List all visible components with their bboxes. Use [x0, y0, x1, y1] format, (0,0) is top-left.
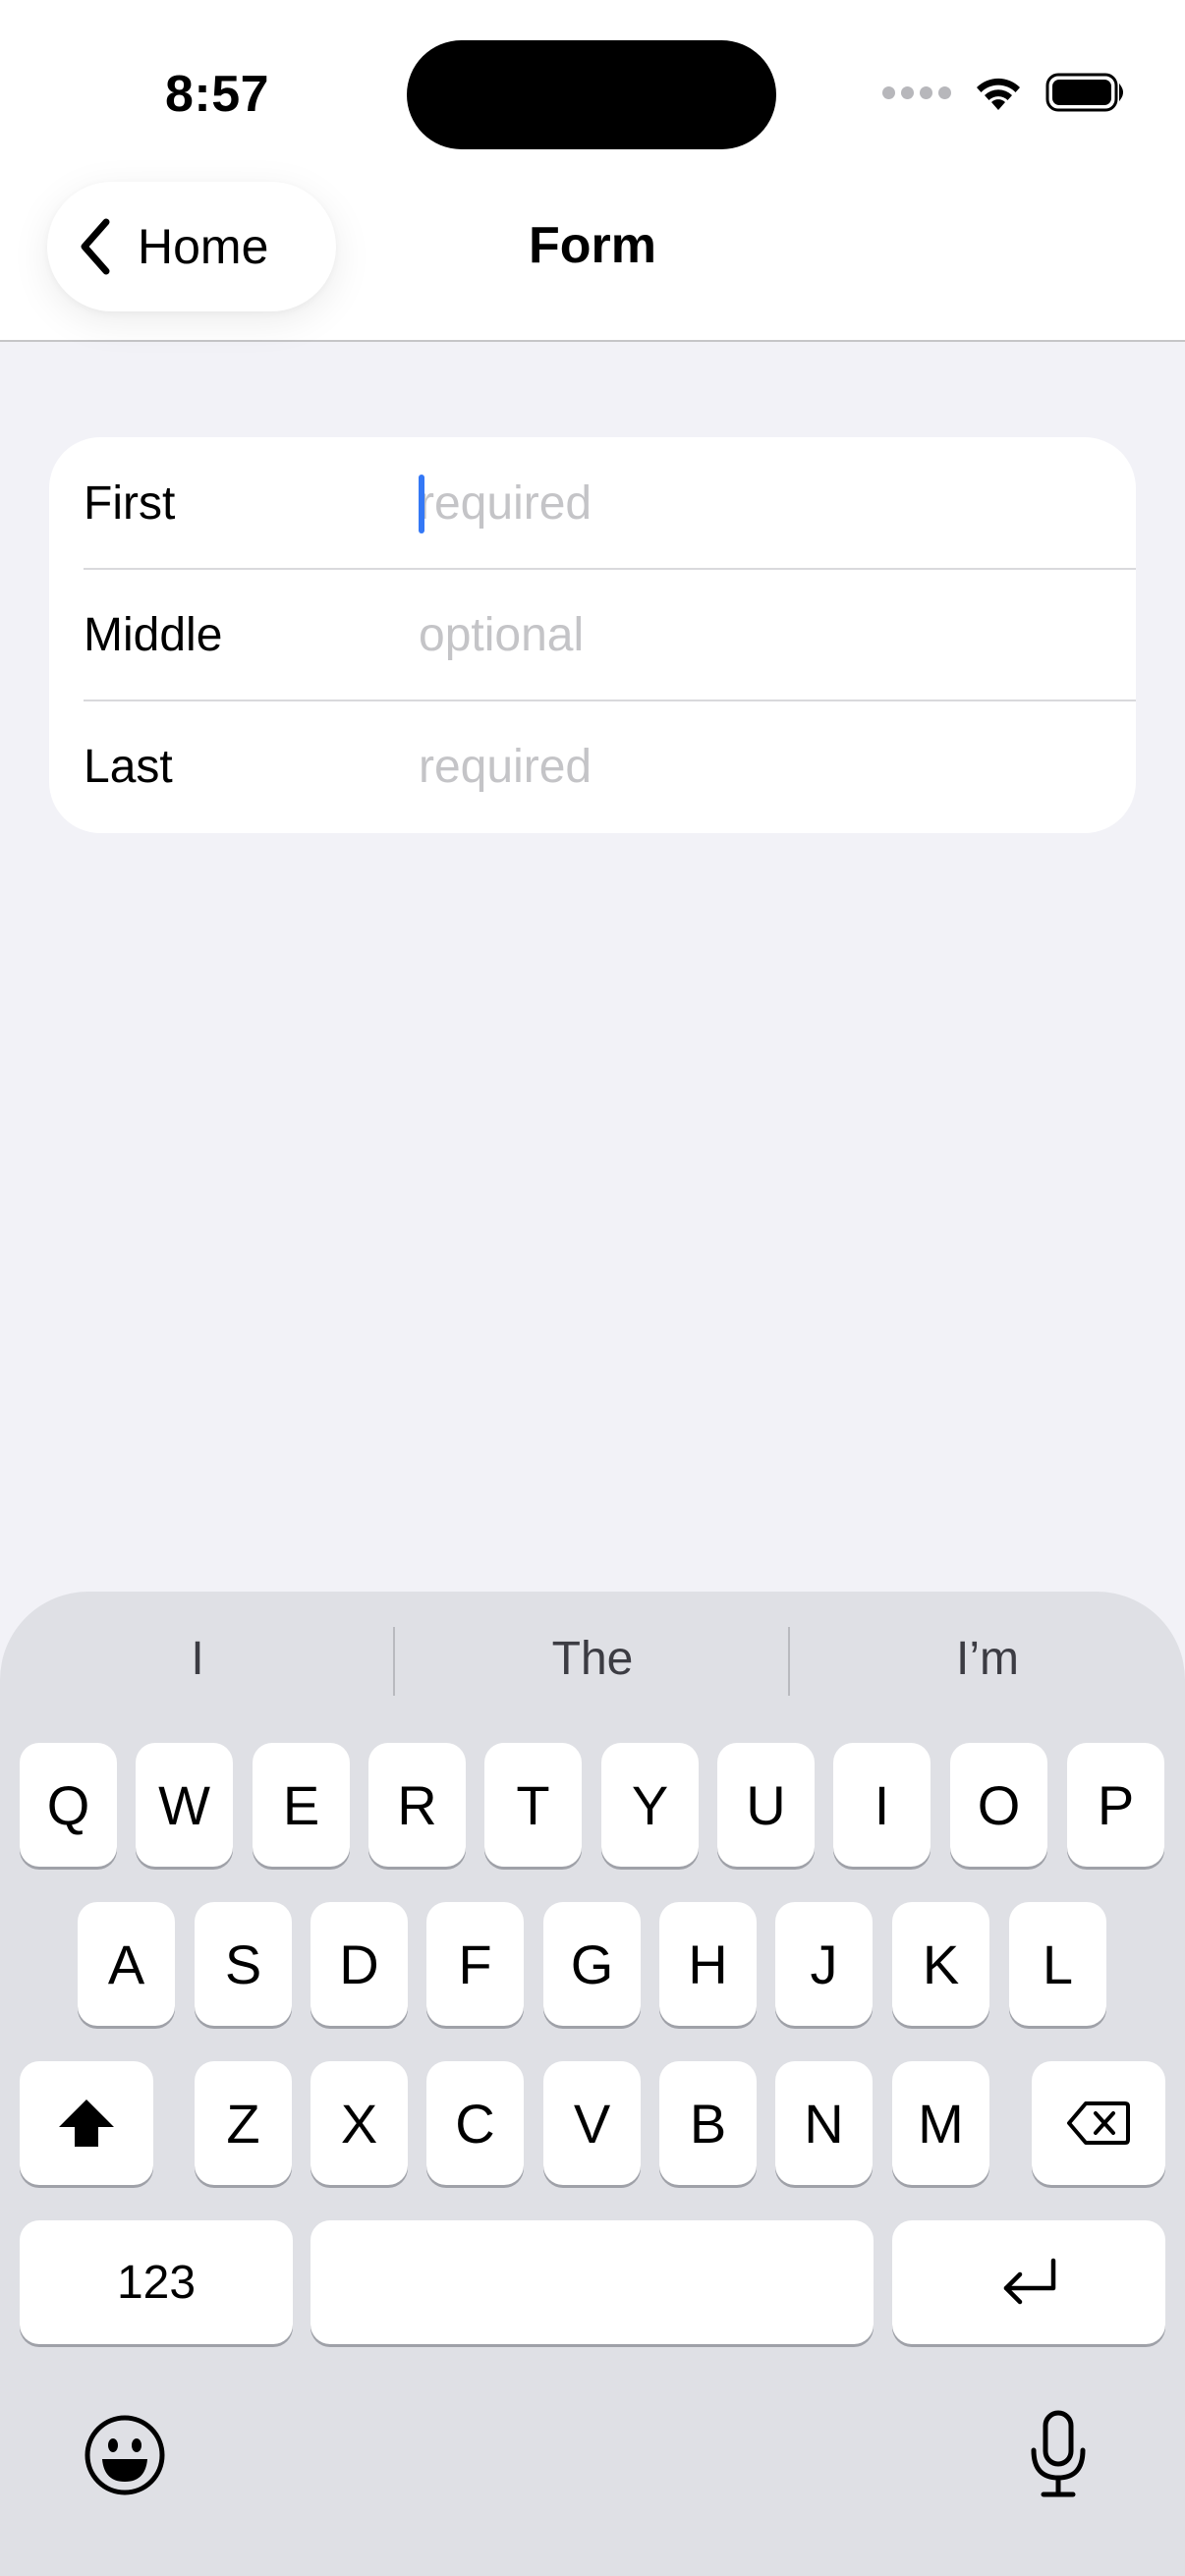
key-u[interactable]: U	[717, 1743, 815, 1867]
key-a[interactable]: A	[78, 1902, 175, 2026]
key-n[interactable]: N	[775, 2061, 873, 2185]
key-x[interactable]: X	[310, 2061, 408, 2185]
key-b[interactable]: B	[659, 2061, 757, 2185]
last-name-input[interactable]	[419, 722, 1106, 812]
key-z[interactable]: Z	[195, 2061, 292, 2185]
name-form: First Middle Last	[49, 437, 1136, 833]
key-h[interactable]: H	[659, 1902, 757, 2026]
prediction-3[interactable]: I’m	[790, 1625, 1185, 1694]
cellular-signal-icon	[882, 85, 951, 99]
key-l[interactable]: L	[1009, 1902, 1106, 2026]
form-row-middle: Middle	[49, 569, 1136, 701]
key-j[interactable]: J	[775, 1902, 873, 2026]
key-w[interactable]: W	[136, 1743, 233, 1867]
key-o[interactable]: O	[950, 1743, 1047, 1867]
screen: 8:57 Home Form First required Middle opt…	[0, 0, 1185, 2576]
dynamic-island	[407, 40, 776, 149]
first-name-label: First	[84, 477, 176, 530]
key-y[interactable]: Y	[601, 1743, 699, 1867]
key-f[interactable]: F	[426, 1902, 524, 2026]
wifi-icon	[973, 73, 1024, 112]
key-i[interactable]: I	[833, 1743, 931, 1867]
numbers-key[interactable]: 123	[20, 2220, 293, 2344]
shift-icon	[55, 2096, 118, 2151]
shift-key[interactable]	[20, 2061, 153, 2185]
key-r[interactable]: R	[368, 1743, 466, 1867]
delete-key[interactable]	[1032, 2061, 1165, 2185]
prediction-1[interactable]: I	[0, 1625, 395, 1694]
key-q[interactable]: Q	[20, 1743, 117, 1867]
space-key[interactable]	[310, 2220, 874, 2344]
page-title: Form	[529, 217, 656, 274]
keyboard: I The I’m Q W E R T Y U I O P A S D F G …	[0, 1592, 1185, 2576]
key-t[interactable]: T	[484, 1743, 582, 1867]
key-s[interactable]: S	[195, 1902, 292, 2026]
middle-name-label: Middle	[84, 609, 223, 661]
key-d[interactable]: D	[310, 1902, 408, 2026]
form-row-last: Last	[49, 700, 1136, 833]
key-c[interactable]: C	[426, 2061, 524, 2185]
text-caret	[419, 474, 424, 533]
key-m[interactable]: M	[892, 2061, 989, 2185]
emoji-icon[interactable]	[83, 2413, 167, 2502]
predictive-bar: I The I’m	[0, 1592, 1185, 1729]
first-name-input[interactable]	[419, 459, 1106, 548]
last-name-label: Last	[84, 741, 173, 793]
microphone-icon[interactable]	[1026, 2409, 1091, 2504]
delete-icon	[1066, 2100, 1131, 2147]
key-g[interactable]: G	[543, 1902, 641, 2026]
return-icon	[996, 2255, 1061, 2310]
key-v[interactable]: V	[543, 2061, 641, 2185]
status-time: 8:57	[165, 66, 270, 123]
form-row-first: First	[49, 437, 1136, 570]
top-bar: 8:57 Home Form	[0, 0, 1185, 342]
key-k[interactable]: K	[892, 1902, 989, 2026]
battery-icon	[1045, 72, 1126, 113]
middle-name-input[interactable]	[419, 590, 1106, 680]
key-p[interactable]: P	[1067, 1743, 1164, 1867]
key-e[interactable]: E	[253, 1743, 350, 1867]
prediction-2[interactable]: The	[395, 1625, 790, 1694]
status-indicators	[882, 69, 1126, 116]
return-key[interactable]	[892, 2220, 1165, 2344]
